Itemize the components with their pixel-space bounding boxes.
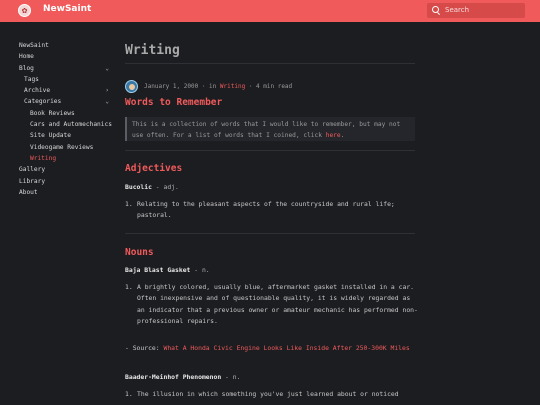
chevron-right-icon[interactable]: ›: [105, 85, 109, 96]
sidebar-item-about[interactable]: About: [19, 187, 109, 198]
post-read-time: · 4 min read: [248, 83, 293, 90]
term-pos: - n.: [190, 266, 210, 274]
top-navbar: ✿ NewSaint Search: [0, 0, 540, 22]
section-divider: [125, 233, 415, 234]
sidebar-item-label: Writing: [30, 154, 57, 162]
intro-blockquote: This is a collection of words that I wou…: [125, 117, 415, 141]
post-meta-text: January 1, 2000 · in Writing · 4 min rea…: [144, 83, 292, 90]
page-title: Writing: [125, 43, 180, 58]
sidebar-item-label: Cars and Automechanics: [30, 121, 112, 129]
intro-end: .: [340, 132, 345, 139]
section-heading-nouns: Nouns: [125, 247, 154, 258]
source-label: - Source:: [125, 344, 164, 352]
definition-text: The illusion in which something you've j…: [137, 390, 399, 398]
sidebar-item-label: Archive: [24, 87, 51, 95]
search-icon: [432, 6, 439, 13]
definition-number: 1.: [125, 200, 133, 208]
definition-item: 1. A brightly colored, usually blue, aft…: [125, 282, 420, 327]
definition-item: 1. The illusion in which something you'v…: [125, 389, 420, 400]
definition-source: - Source: What A Honda Civic Engine Look…: [125, 343, 420, 354]
sidebar-item-blog[interactable]: Blog ⌄: [19, 63, 109, 74]
sidebar-item-cars-and-automechanics[interactable]: Cars and Automechanics: [19, 119, 112, 130]
author-avatar[interactable]: [125, 80, 138, 93]
term-name: Bucolic: [125, 183, 152, 191]
chevron-down-icon[interactable]: ⌄: [105, 96, 109, 107]
sidebar-item-archive[interactable]: Archive ›: [19, 85, 109, 96]
post-in-label: · in: [201, 83, 217, 90]
post-category-link[interactable]: Writing: [220, 83, 245, 90]
sidebar-item-home[interactable]: Home: [19, 51, 109, 62]
site-logo-icon[interactable]: ✿: [18, 4, 31, 17]
sidebar-item-label: Library: [19, 177, 46, 185]
term-baader-meinhof: Baader-Meinhof Phenomenon - n.: [125, 373, 240, 381]
definition-text: Relating to the pleasant aspects of the …: [137, 200, 395, 220]
definition-number: 1.: [125, 390, 133, 398]
sidebar-item-gallery[interactable]: Gallery: [19, 164, 109, 175]
sidebar-item-label: Tags: [24, 75, 39, 83]
post-heading: Words to Remember: [125, 97, 223, 108]
sidebar-item-label: Book Reviews: [30, 109, 75, 117]
sidebar-item-site-update[interactable]: Site Update: [19, 130, 109, 141]
sidebar-item-library[interactable]: Library: [19, 176, 109, 187]
section-divider: [125, 150, 415, 151]
search-input[interactable]: Search: [445, 6, 469, 14]
sidebar-item-label: Categories: [24, 98, 62, 106]
term-bucolic: Bucolic - adj.: [125, 183, 179, 191]
term-pos: - n.: [221, 373, 241, 381]
sidebar-item-label: Home: [19, 53, 34, 61]
term-name: Baader-Meinhof Phenomenon: [125, 373, 222, 381]
post-meta: January 1, 2000 · in Writing · 4 min rea…: [125, 80, 425, 94]
definition-text: A brightly colored, usually blue, afterm…: [137, 283, 418, 325]
section-heading-adjectives: Adjectives: [125, 163, 183, 174]
divider: [125, 63, 415, 64]
sidebar-item-videogame-reviews[interactable]: Videogame Reviews: [19, 142, 109, 153]
definition-number: 1.: [125, 283, 133, 291]
sidebar-nav: NewSaint Home Blog ⌄ Tags Archive › Catego…: [19, 40, 112, 198]
sidebar-item-newsaint[interactable]: NewSaint: [19, 40, 109, 51]
sidebar-item-label: Site Update: [30, 132, 71, 140]
chevron-down-icon[interactable]: ⌄: [105, 63, 109, 74]
intro-text: This is a collection of words that I wou…: [132, 121, 401, 139]
search-box[interactable]: Search: [427, 3, 525, 18]
sidebar-item-label: About: [19, 188, 38, 196]
post-date: January 1, 2000: [144, 83, 199, 90]
term-baja-blast-gasket: Baja Blast Gasket - n.: [125, 266, 210, 274]
sidebar-item-label: Videogame Reviews: [30, 143, 94, 151]
definition-item: 1. Relating to the pleasant aspects of t…: [125, 199, 420, 222]
sidebar-item-categories[interactable]: Categories ⌄: [19, 96, 109, 107]
sidebar-item-writing[interactable]: Writing: [19, 153, 109, 164]
term-name: Baja Blast Gasket: [125, 266, 191, 274]
sidebar-item-label: NewSaint: [19, 42, 49, 49]
source-link[interactable]: What A Honda Civic Engine Looks Like Ins…: [163, 344, 409, 352]
intro-link[interactable]: here: [326, 132, 341, 139]
sidebar-item-book-reviews[interactable]: Book Reviews: [19, 108, 109, 119]
term-pos: - adj.: [151, 183, 179, 191]
sidebar-item-label: Gallery: [19, 166, 46, 174]
site-brand[interactable]: NewSaint: [43, 4, 91, 14]
sidebar-item-tags[interactable]: Tags: [19, 74, 109, 85]
sidebar-item-label: Blog: [19, 64, 34, 72]
